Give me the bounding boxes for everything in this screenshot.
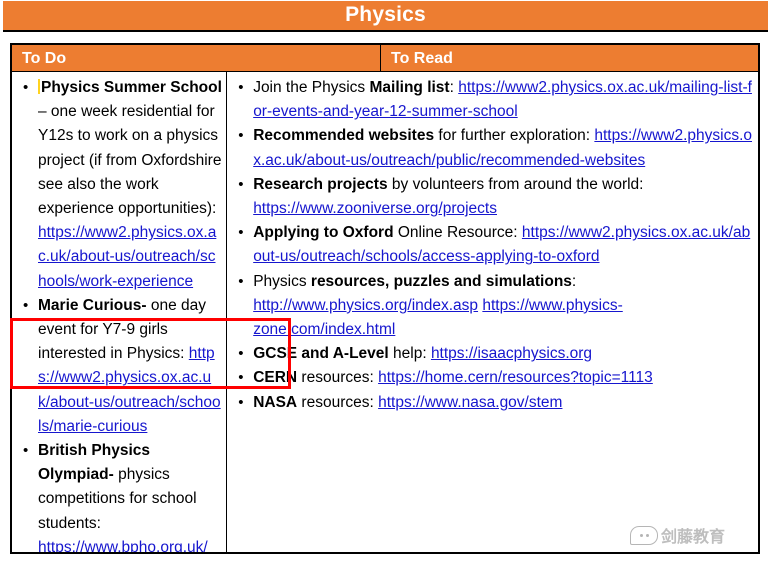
list-item: Applying to Oxford Online Resource: http…: [231, 221, 754, 269]
list-item: Physics resources, puzzles and simulatio…: [231, 270, 754, 343]
page-title: Physics: [345, 3, 426, 26]
to-read-list: Join the Physics Mailing list: https://w…: [231, 76, 754, 415]
list-item: NASA resources: https://www.nasa.gov/ste…: [231, 391, 754, 415]
item-text: – one week residential for Y12s to work …: [38, 103, 222, 218]
resources-table: To Do To Read Physics Summer School – on…: [10, 43, 760, 554]
item-lead-bold: Physics Summer School: [41, 79, 222, 96]
item-text: for further exploration:: [434, 127, 591, 145]
item-lead-bold: Research projects: [253, 175, 388, 193]
link[interactable]: http://www.physics.org/index.asp: [253, 297, 478, 314]
list-item: CERN resources: https://home.cern/resour…: [231, 366, 754, 390]
link[interactable]: https://home.cern/resources?topic=1113: [378, 369, 653, 386]
item-mid-bold: resources, puzzles and simulations: [310, 272, 572, 290]
link[interactable]: https://www.nasa.gov/stem: [378, 394, 562, 411]
link[interactable]: https://www.zooniverse.org/projects: [253, 200, 497, 217]
page-title-banner: Physics: [3, 1, 768, 32]
item-lead-bold: CERN: [253, 369, 298, 387]
item-pre-text: Physics: [253, 272, 311, 290]
item-lead-bold: Marie Curious-: [38, 296, 147, 314]
table-header-row: To Do To Read: [12, 45, 758, 72]
list-item: Join the Physics Mailing list: https://w…: [231, 76, 754, 124]
column-header-to-read: To Read: [381, 45, 758, 71]
item-post-text: :: [571, 272, 577, 290]
list-item: Recommended websites for further explora…: [231, 124, 754, 172]
item-text: resources:: [297, 393, 379, 411]
item-lead-bold: Recommended websites: [253, 127, 435, 145]
item-text: Online Resource:: [393, 224, 518, 242]
list-item: Research projects by volunteers from aro…: [231, 173, 754, 221]
item-post-text: :: [449, 79, 454, 96]
list-item: Physics Summer School – one week residen…: [16, 76, 222, 294]
to-read-cell: Join the Physics Mailing list: https://w…: [227, 72, 758, 552]
table-body-row: Physics Summer School – one week residen…: [12, 72, 758, 552]
list-item: GCSE and A-Level help: https://isaacphys…: [231, 342, 754, 366]
list-item-highlighted: British Physics Olympiad- physics compet…: [16, 439, 222, 552]
link[interactable]: https://www.bpho.org.uk/: [38, 539, 208, 552]
item-mid-bold: Mailing list: [369, 79, 450, 96]
item-lead-bold: NASA: [253, 393, 298, 411]
item-text: resources:: [297, 369, 374, 387]
item-text: by volunteers from around the world:: [387, 175, 644, 193]
text-caret: [38, 79, 40, 94]
item-pre-text: Join the Physics: [253, 79, 370, 96]
column-header-to-do: To Do: [12, 45, 381, 71]
link[interactable]: https://isaacphysics.org: [431, 345, 592, 362]
item-lead-bold: Applying to Oxford: [253, 224, 394, 242]
list-item: Marie Curious- one day event for Y7-9 gi…: [16, 294, 222, 439]
item-lead-bold: GCSE and A-Level: [253, 345, 389, 363]
to-do-list: Physics Summer School – one week residen…: [16, 76, 222, 552]
item-text: help:: [388, 345, 427, 363]
link[interactable]: https://www2.physics.ox.ac.uk/about-us/o…: [38, 224, 216, 289]
to-do-cell: Physics Summer School – one week residen…: [12, 72, 228, 552]
